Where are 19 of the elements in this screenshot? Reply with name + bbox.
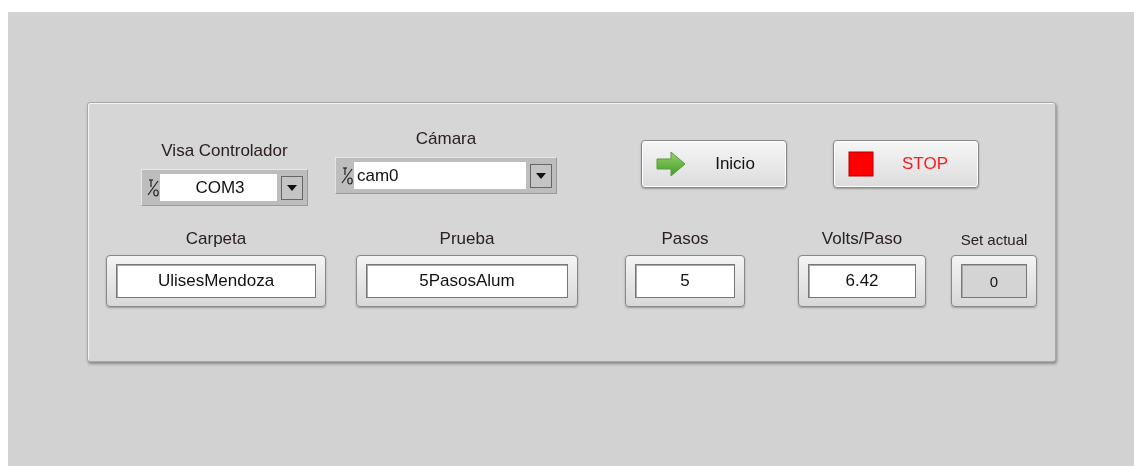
dropdown-field[interactable]: cam0: [335, 157, 557, 194]
input-field[interactable]: 5: [625, 255, 745, 307]
field-label: Set actual: [960, 231, 1028, 250]
control-label: Visa Controlador: [161, 141, 288, 162]
dropdown-field[interactable]: COM3: [141, 169, 308, 206]
start-button[interactable]: Inicio: [641, 140, 787, 188]
square-icon: [848, 151, 874, 177]
field-label: Prueba: [439, 229, 495, 250]
arrow-icon: [656, 151, 686, 177]
input-field[interactable]: UlisesMendoza: [106, 255, 326, 307]
io-icon: [146, 176, 160, 199]
io-icon: [340, 164, 354, 187]
field-label: Pasos: [661, 229, 709, 250]
control-label: Cámara: [415, 129, 477, 150]
input-field[interactable]: 5PasosAlum: [356, 255, 578, 307]
field-label: Carpeta: [185, 229, 247, 250]
input-field[interactable]: 6.42: [798, 255, 926, 307]
indicator-field: 0: [951, 255, 1037, 307]
field-label: Volts/Paso: [821, 229, 903, 250]
